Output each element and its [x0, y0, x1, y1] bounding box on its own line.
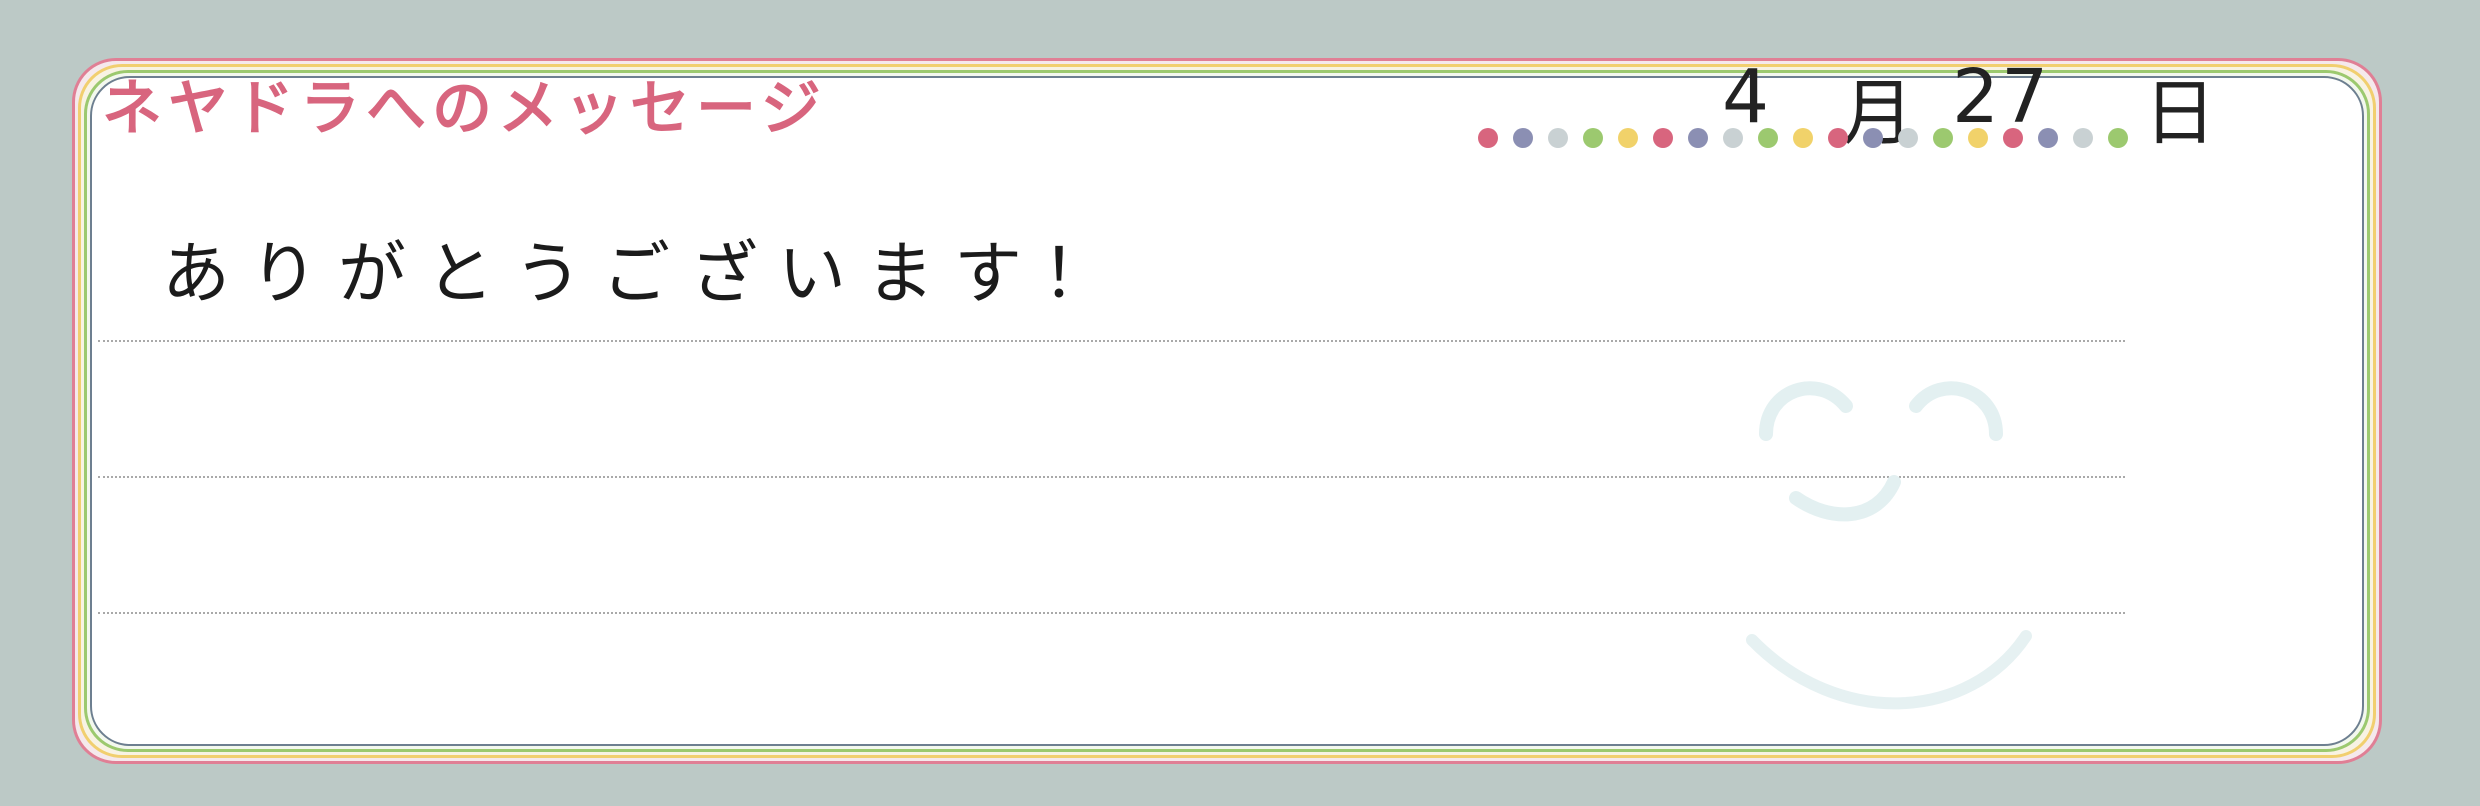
handwritten-message: ありがとうございます！ [162, 235, 1131, 314]
decorative-dot [1618, 128, 1638, 148]
decorative-dot [2073, 128, 2093, 148]
decorative-dot [1758, 128, 1778, 148]
decorative-dot [1723, 128, 1743, 148]
decorative-dot [1863, 128, 1883, 148]
decorative-dot [1478, 128, 1498, 148]
decorative-dot [1828, 128, 1848, 148]
card-title: ネヤドラへのメッセージ [102, 74, 827, 144]
decorative-dot [2108, 128, 2128, 148]
decorative-dot [1583, 128, 1603, 148]
decorative-dot [2038, 128, 2058, 148]
decorative-dot [1898, 128, 1918, 148]
decorative-dot-row [1478, 128, 2128, 148]
decorative-dot [1513, 128, 1533, 148]
decorative-dot [2003, 128, 2023, 148]
decorative-dot [1968, 128, 1988, 148]
smiley-watermark-icon [1746, 381, 2032, 710]
decorative-dot [1688, 128, 1708, 148]
decorative-dot [1933, 128, 1953, 148]
date-day-unit: 日 [2144, 71, 2217, 155]
decorative-dot [1793, 128, 1813, 148]
decorative-dot [1653, 128, 1673, 148]
decorative-dot [1548, 128, 1568, 148]
